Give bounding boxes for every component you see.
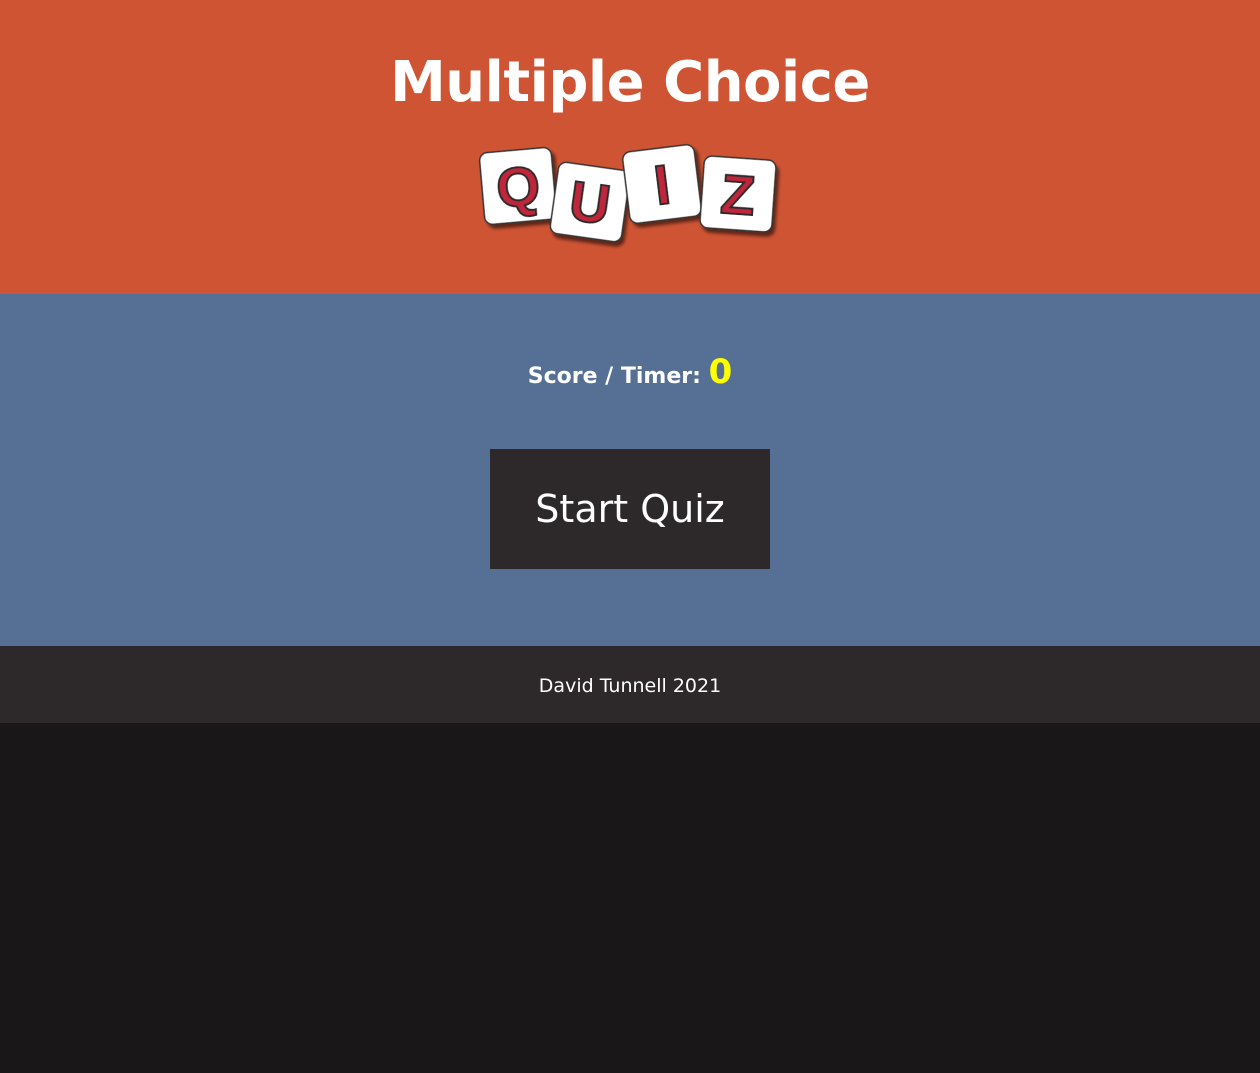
- quiz-tile-q: Q: [478, 146, 558, 226]
- quiz-tile-u: U: [549, 161, 631, 243]
- quiz-tile-z: Z: [699, 155, 777, 233]
- svg-text:Z: Z: [719, 162, 758, 227]
- quiz-tile-i: I: [622, 144, 702, 224]
- start-quiz-button[interactable]: Start Quiz: [490, 449, 770, 569]
- score-timer-label: Score / Timer:: [527, 364, 701, 389]
- score-timer-value: 0: [708, 352, 733, 392]
- quiz-main-panel: Score / Timer: 0 Start Quiz: [0, 294, 1260, 646]
- page-footer: David Tunnell 2021: [0, 646, 1260, 723]
- page-header: Multiple Choice Q U I Z: [0, 0, 1260, 294]
- quiz-logo-icon: Q U I Z: [478, 144, 777, 243]
- score-timer-display: Score / Timer: 0: [0, 342, 1260, 407]
- page-title: Multiple Choice: [390, 50, 870, 115]
- footer-credit: David Tunnell 2021: [538, 675, 722, 697]
- svg-text:Q: Q: [494, 153, 543, 220]
